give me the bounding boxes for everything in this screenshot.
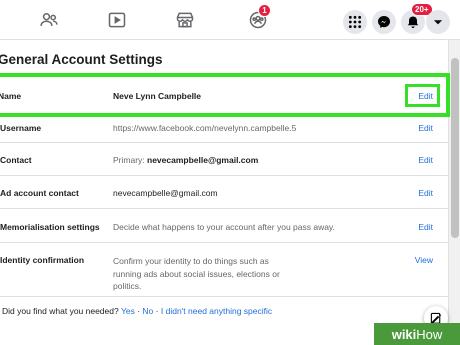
- row-divider: [0, 175, 448, 176]
- edit-ad-account-contact-button[interactable]: Edit: [418, 188, 433, 198]
- separator-dot: ·: [155, 306, 159, 316]
- friends-icon[interactable]: [36, 8, 62, 32]
- messenger-icon[interactable]: [372, 10, 396, 34]
- feedback-yes-link[interactable]: Yes: [121, 306, 135, 316]
- groups-badge: 1: [258, 4, 271, 17]
- identity-desc-line: running ads about social issues, electio…: [113, 268, 280, 279]
- edit-contact-button[interactable]: Edit: [418, 155, 433, 165]
- watermark-suffix: How: [416, 326, 443, 342]
- row-divider: [0, 208, 448, 209]
- top-navigation-bar: 1 20+: [0, 0, 460, 40]
- edit-memorialisation-button[interactable]: Edit: [418, 222, 433, 232]
- notifications-bell-icon[interactable]: 20+: [401, 3, 433, 34]
- contact-email: nevecampbelle@gmail.com: [147, 155, 259, 165]
- row-divider: [0, 242, 448, 243]
- watermark-prefix: wiki: [391, 326, 417, 342]
- wikihow-watermark: wiki How: [374, 323, 460, 345]
- row-value: Confirm your identity to do things such …: [113, 255, 280, 293]
- feedback-footer: Did you find what you needed? Yes · No ·…: [0, 301, 448, 325]
- separator-dot: ·: [137, 306, 141, 316]
- feedback-no-link[interactable]: No: [142, 306, 153, 316]
- row-label: Name: [0, 91, 22, 101]
- account-dropdown-icon[interactable]: [426, 10, 450, 34]
- row-value: Primary: nevecampbelle@gmail.com: [113, 155, 258, 165]
- groups-icon[interactable]: 1: [245, 4, 271, 32]
- row-label: Identity confirmation: [0, 255, 85, 265]
- row-value: Decide what happens to your account afte…: [113, 222, 335, 232]
- scrollbar-thumb[interactable]: [451, 58, 459, 238]
- row-divider: [0, 142, 448, 143]
- row-value: nevecampbelle@gmail.com: [113, 188, 218, 198]
- page-title: General Account Settings: [0, 52, 163, 67]
- feedback-not-specific-link[interactable]: I didn't need anything specific: [161, 306, 272, 316]
- row-value: https://www.facebook.com/nevelynn.campbe…: [113, 123, 297, 133]
- row-label: Ad account contact: [0, 188, 79, 198]
- row-value: Neve Lynn Campbelle: [113, 91, 202, 101]
- marketplace-icon[interactable]: [172, 8, 198, 32]
- identity-desc-line: politics.: [113, 281, 142, 291]
- view-identity-confirmation-button[interactable]: View: [415, 255, 433, 265]
- row-label: Contact: [0, 155, 32, 165]
- row-divider: [0, 296, 448, 297]
- identity-desc-line: Confirm your identity to do things such …: [113, 256, 269, 266]
- feedback-question: Did you find what you needed?: [2, 306, 119, 316]
- edit-button-highlight: [405, 84, 440, 107]
- row-label: Memorialisation settings: [0, 222, 100, 232]
- menu-grid-icon[interactable]: [343, 10, 367, 34]
- watch-icon[interactable]: [104, 8, 130, 32]
- name-row-highlight: [0, 73, 450, 117]
- feedback-line: Did you find what you needed? Yes · No ·…: [2, 306, 272, 316]
- row-label: Username: [0, 123, 42, 133]
- edit-username-button[interactable]: Edit: [418, 123, 433, 133]
- contact-prefix: Primary:: [113, 155, 147, 165]
